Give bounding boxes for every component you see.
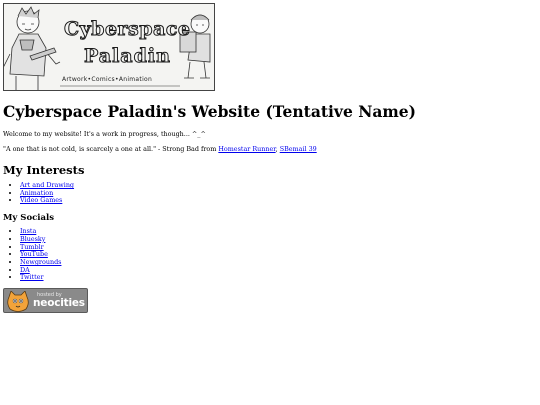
quote-text: "A one that is not cold, is scarcely a o… bbox=[3, 145, 219, 153]
neocities-badge[interactable]: hosted by neocities bbox=[3, 288, 88, 314]
neocities-cat-icon bbox=[7, 291, 29, 312]
welcome-text: Welcome to my website! It's a work in pr… bbox=[3, 130, 206, 138]
social-link-twitter[interactable]: Twitter bbox=[20, 273, 44, 281]
list-item: Art and Drawing bbox=[20, 181, 533, 190]
interest-link-video-games[interactable]: Video Games bbox=[20, 196, 62, 205]
page: Cyberspace Paladin Artwork•Comics•Animat… bbox=[3, 3, 533, 314]
list-item: Newgrounds bbox=[20, 258, 533, 267]
interests-list: Art and Drawing Animation Video Games bbox=[3, 181, 533, 205]
interests-heading: My Interests bbox=[3, 163, 85, 177]
banner-title: Cyberspace bbox=[64, 18, 191, 41]
neocities-brand: neocities bbox=[33, 297, 85, 310]
list-item: Video Games bbox=[20, 197, 533, 205]
list-item: Insta bbox=[20, 227, 533, 236]
sbemail-39-link[interactable]: SBemail 39 bbox=[280, 145, 317, 153]
socials-heading: My Socials bbox=[3, 213, 55, 224]
homestar-runner-link[interactable]: Homestar Runner bbox=[218, 145, 275, 153]
list-item: YouTube bbox=[20, 250, 533, 259]
banner-subtitle: Paladin bbox=[84, 45, 171, 68]
list-item: DA bbox=[20, 266, 533, 275]
quote-paragraph: "A one that is not cold, is scarcely a o… bbox=[3, 145, 533, 154]
page-title: Cyberspace Paladin's Website (Tentative … bbox=[3, 102, 417, 121]
list-item: Tumblr bbox=[20, 243, 533, 252]
socials-list: Insta Bluesky Tumblr YouTube Newgrounds … bbox=[3, 227, 533, 282]
banner-tagline: Artwork•Comics•Animation bbox=[62, 76, 153, 83]
site-banner: Cyberspace Paladin Artwork•Comics•Animat… bbox=[3, 3, 215, 91]
list-item: Bluesky bbox=[20, 235, 533, 244]
list-item: Animation bbox=[20, 189, 533, 198]
list-item: Twitter bbox=[20, 273, 533, 282]
